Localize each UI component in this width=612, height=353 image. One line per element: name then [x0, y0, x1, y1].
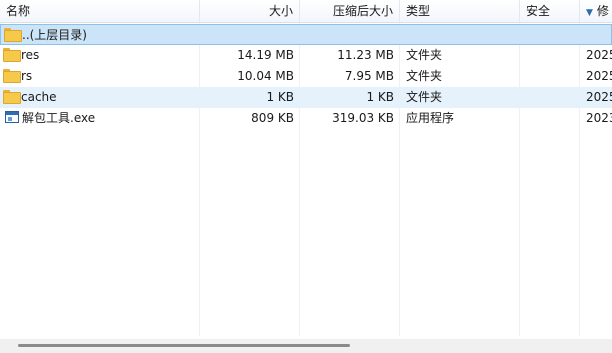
column-header-size[interactable]: 大小 — [200, 0, 300, 23]
file-list: ..(上层目录) res 14.19 MB 11.23 MB 文件夹 2025 … — [0, 24, 612, 129]
file-packed-size: 11.23 MB — [337, 48, 394, 62]
file-name: cache — [21, 90, 57, 104]
folder-icon — [3, 90, 21, 104]
column-header-name-label: 名称 — [6, 4, 31, 18]
file-row-rs[interactable]: rs 10.04 MB 7.95 MB 文件夹 2025 — [0, 66, 612, 87]
column-header-packed-size[interactable]: 压缩后大小 — [300, 0, 400, 23]
folder-up-icon — [4, 28, 22, 42]
file-packed-size: 7.95 MB — [344, 69, 394, 83]
file-name: ..(上层目录) — [22, 28, 87, 42]
exe-icon — [5, 111, 19, 123]
file-size: 10.04 MB — [237, 69, 294, 83]
column-header-packed-size-label: 压缩后大小 — [332, 4, 393, 18]
column-header-security-label: 安全 — [526, 4, 551, 18]
file-packed-size: 319.03 KB — [332, 111, 394, 125]
column-header-size-label: 大小 — [268, 4, 293, 18]
file-type: 应用程序 — [406, 111, 455, 125]
scrollbar-thumb[interactable] — [18, 344, 350, 347]
column-header-modified[interactable]: ▼ 修 — [580, 0, 612, 23]
file-row-cache[interactable]: cache 1 KB 1 KB 文件夹 2025 — [0, 87, 612, 108]
column-header-name[interactable]: 名称 — [0, 0, 200, 23]
folder-icon — [3, 69, 21, 83]
column-header-type-label: 类型 — [406, 4, 431, 18]
file-row-parent-dir[interactable]: ..(上层目录) — [0, 24, 612, 45]
column-header-type[interactable]: 类型 — [400, 0, 520, 23]
file-type: 文件夹 — [406, 69, 443, 83]
horizontal-scrollbar[interactable] — [0, 339, 612, 353]
file-row-unpack-tool[interactable]: 解包工具.exe 809 KB 319.03 KB 应用程序 2023 — [0, 108, 612, 129]
sort-down-arrow-icon: ▼ — [586, 8, 593, 18]
file-size: 14.19 MB — [237, 48, 294, 62]
file-type: 文件夹 — [406, 48, 443, 62]
file-modified: 2025 — [586, 90, 612, 104]
folder-icon — [3, 48, 21, 62]
column-header-security[interactable]: 安全 — [520, 0, 580, 23]
file-row-res[interactable]: res 14.19 MB 11.23 MB 文件夹 2025 — [0, 45, 612, 66]
column-header: 名称 大小 压缩后大小 类型 安全 ▼ 修 — [0, 0, 612, 23]
file-name: rs — [21, 69, 33, 83]
file-modified: 2025 — [586, 48, 612, 62]
file-modified: 2025 — [586, 69, 612, 83]
column-header-modified-label: 修 — [596, 4, 609, 18]
file-size: 1 KB — [266, 90, 294, 104]
file-type: 文件夹 — [406, 90, 443, 104]
file-name: res — [21, 48, 40, 62]
file-name: 解包工具.exe — [22, 111, 96, 125]
file-modified: 2023 — [586, 111, 612, 125]
file-packed-size: 1 KB — [366, 90, 394, 104]
file-size: 809 KB — [251, 111, 294, 125]
